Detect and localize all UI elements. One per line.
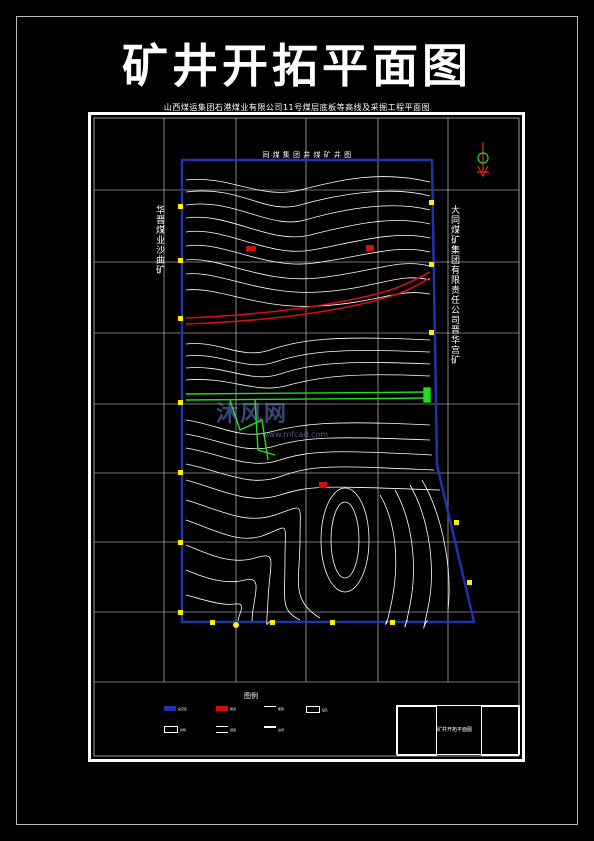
shaft-swatch-icon bbox=[164, 726, 178, 733]
legend-item: 巷道 bbox=[216, 706, 236, 711]
legend-item: 采空区 bbox=[164, 706, 187, 711]
boundary-swatch-icon bbox=[264, 726, 276, 733]
legend-item: 井筒 bbox=[164, 726, 186, 733]
borehole-swatch-icon bbox=[306, 706, 320, 713]
goaf-swatch-icon bbox=[164, 706, 176, 711]
watermark-url: www.mfcad.com bbox=[262, 430, 329, 439]
legend-item: 钻孔 bbox=[306, 706, 328, 713]
watermark-logo: 沐风网 bbox=[216, 402, 289, 427]
legend-title: 图例 bbox=[244, 692, 258, 700]
north-arrow-icon bbox=[477, 142, 489, 178]
legend-item: 煤层 bbox=[216, 726, 236, 733]
coordinate-grid bbox=[94, 118, 519, 683]
title-block-scale bbox=[481, 706, 519, 756]
fault-swatch-icon bbox=[264, 706, 276, 712]
title-block-drawing-name: 矿井开拓平面图 bbox=[437, 727, 473, 733]
legend-item: 边界 bbox=[264, 726, 284, 733]
seam-swatch-icon bbox=[216, 726, 228, 733]
title-block-signatures bbox=[397, 706, 437, 756]
roadway-swatch-icon bbox=[216, 706, 228, 711]
legend-item: 断层 bbox=[264, 706, 284, 712]
map-header-label: 同 煤 集 团 井 煤 矿 井 图 bbox=[262, 151, 352, 159]
right-boundary-label: 大同煤矿集团有限责任公司晋华宫矿 bbox=[449, 205, 459, 365]
left-boundary-label: 华晋煤业沙曲矿 bbox=[154, 205, 164, 275]
